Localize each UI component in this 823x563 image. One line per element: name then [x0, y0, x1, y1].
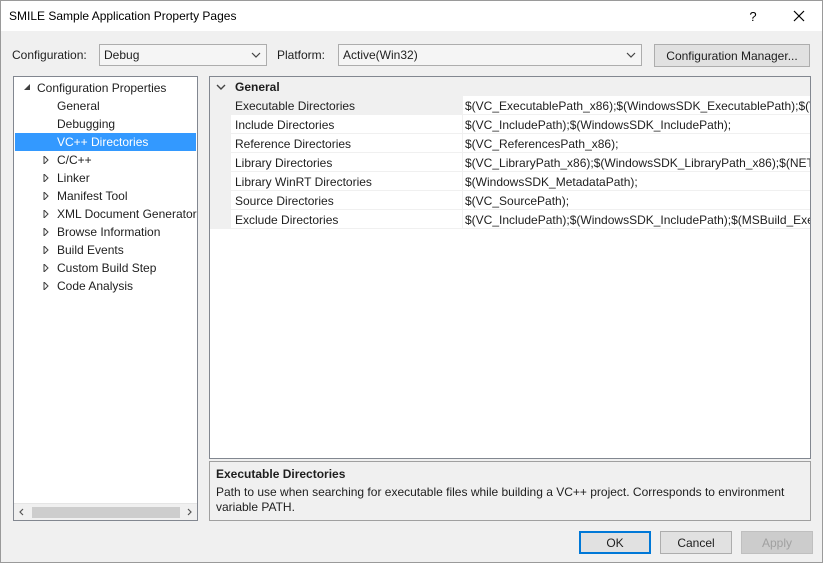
property-row[interactable]: Source Directories $(VC_SourcePath); — [210, 191, 810, 210]
property-row[interactable]: Reference Directories $(VC_ReferencesPath… — [210, 134, 810, 153]
category-row-general[interactable]: General — [210, 77, 810, 96]
tree-item[interactable]: Custom Build Step — [57, 259, 156, 277]
chevron-down-icon[interactable] — [216, 83, 226, 91]
platform-dropdown[interactable]: Active(Win32) — [338, 44, 642, 66]
category-label: General — [235, 80, 280, 94]
window-title: SMILE Sample Application Property Pages — [9, 9, 237, 23]
tree-item[interactable]: XML Document Generator — [57, 205, 197, 223]
row-gutter — [210, 191, 231, 210]
collapsed-triangle-icon[interactable] — [42, 192, 50, 200]
row-gutter — [210, 134, 231, 153]
tree-item[interactable]: Code Analysis — [57, 277, 133, 295]
configuration-dropdown[interactable]: Debug — [99, 44, 267, 66]
row-gutter — [210, 115, 231, 134]
collapsed-triangle-icon[interactable] — [42, 156, 50, 164]
chevron-down-icon — [626, 52, 636, 58]
row-gutter — [210, 96, 231, 115]
row-gutter — [210, 210, 231, 229]
ok-button[interactable]: OK — [579, 531, 651, 554]
tree-item-configuration-properties[interactable]: Configuration Properties — [37, 79, 166, 97]
property-value[interactable]: $(WindowsSDK_MetadataPath); — [463, 172, 810, 191]
property-name[interactable]: Include Directories — [231, 115, 463, 134]
property-name[interactable]: Library WinRT Directories — [231, 172, 463, 191]
description-text: Path to use when searching for executabl… — [216, 485, 785, 514]
property-pages-dialog: SMILE Sample Application Property Pages … — [0, 0, 823, 563]
platform-value: Active(Win32) — [343, 48, 418, 62]
title-bar: SMILE Sample Application Property Pages … — [1, 1, 822, 31]
chevron-down-icon — [251, 52, 261, 58]
help-button[interactable]: ? — [731, 1, 775, 31]
property-name[interactable]: Exclude Directories — [231, 210, 463, 229]
tree-horizontal-scrollbar[interactable] — [14, 503, 197, 520]
collapsed-triangle-icon[interactable] — [42, 264, 50, 272]
description-title: Executable Directories — [216, 467, 346, 481]
property-name[interactable]: Executable Directories — [231, 96, 463, 115]
tree-item[interactable]: General — [57, 97, 100, 115]
property-row[interactable]: Executable Directories $(VC_ExecutablePat… — [210, 96, 810, 115]
close-button[interactable] — [777, 1, 821, 31]
row-gutter — [210, 172, 231, 191]
scroll-left-icon[interactable] — [17, 507, 27, 517]
row-gutter — [210, 153, 231, 172]
scrollbar-thumb[interactable] — [32, 507, 180, 518]
scroll-right-icon[interactable] — [184, 507, 194, 517]
collapsed-triangle-icon[interactable] — [42, 246, 50, 254]
cancel-button[interactable]: Cancel — [660, 531, 732, 554]
collapsed-triangle-icon[interactable] — [42, 282, 50, 290]
property-row[interactable]: Include Directories $(VC_IncludePath);$(W… — [210, 115, 810, 134]
collapsed-triangle-icon[interactable] — [42, 228, 50, 236]
property-row[interactable]: Library WinRT Directories $(WindowsSDK_Me… — [210, 172, 810, 191]
tree-item[interactable]: VC++ Directories — [15, 133, 196, 151]
tree-item[interactable]: Manifest Tool — [57, 187, 127, 205]
tree-item[interactable]: Build Events — [57, 241, 124, 259]
description-pane: Executable Directories Path to use when … — [209, 461, 811, 521]
expanded-triangle-icon[interactable] — [23, 83, 31, 91]
property-value[interactable]: $(VC_LibraryPath_x86);$(WindowsSDK_Libra… — [463, 153, 810, 172]
property-grid[interactable]: General Executable Directories $(VC_Execu… — [209, 76, 811, 459]
property-name[interactable]: Library Directories — [231, 153, 463, 172]
property-value[interactable]: $(VC_ReferencesPath_x86); — [463, 134, 810, 153]
property-tree[interactable]: Configuration Properties General Debuggin… — [13, 76, 198, 521]
property-row[interactable]: Library Directories $(VC_LibraryPath_x86)… — [210, 153, 810, 172]
tree-item[interactable]: Linker — [57, 169, 90, 187]
property-value[interactable]: $(VC_SourcePath); — [463, 191, 810, 210]
property-row[interactable]: Exclude Directories $(VC_IncludePath);$(W… — [210, 210, 810, 229]
tree-item[interactable]: C/C++ — [57, 151, 92, 169]
tree-item[interactable]: Browse Information — [57, 223, 160, 241]
configuration-value: Debug — [104, 48, 140, 62]
collapsed-triangle-icon[interactable] — [42, 210, 50, 218]
property-value[interactable]: $(VC_IncludePath);$(WindowsSDK_IncludePa… — [463, 115, 810, 134]
configuration-manager-button[interactable]: Configuration Manager... — [654, 44, 810, 67]
collapsed-triangle-icon[interactable] — [42, 174, 50, 182]
close-icon — [793, 10, 805, 22]
property-value[interactable]: $(VC_IncludePath);$(WindowsSDK_IncludePa… — [463, 210, 810, 229]
configuration-label: Configuration: — [12, 48, 87, 62]
property-name[interactable]: Reference Directories — [231, 134, 463, 153]
property-name[interactable]: Source Directories — [231, 191, 463, 210]
apply-button[interactable]: Apply — [741, 531, 813, 554]
property-value[interactable]: $(VC_ExecutablePath_x86);$(WindowsSDK_Ex… — [463, 96, 810, 115]
tree-item[interactable]: Debugging — [57, 115, 115, 133]
platform-label: Platform: — [277, 48, 326, 62]
